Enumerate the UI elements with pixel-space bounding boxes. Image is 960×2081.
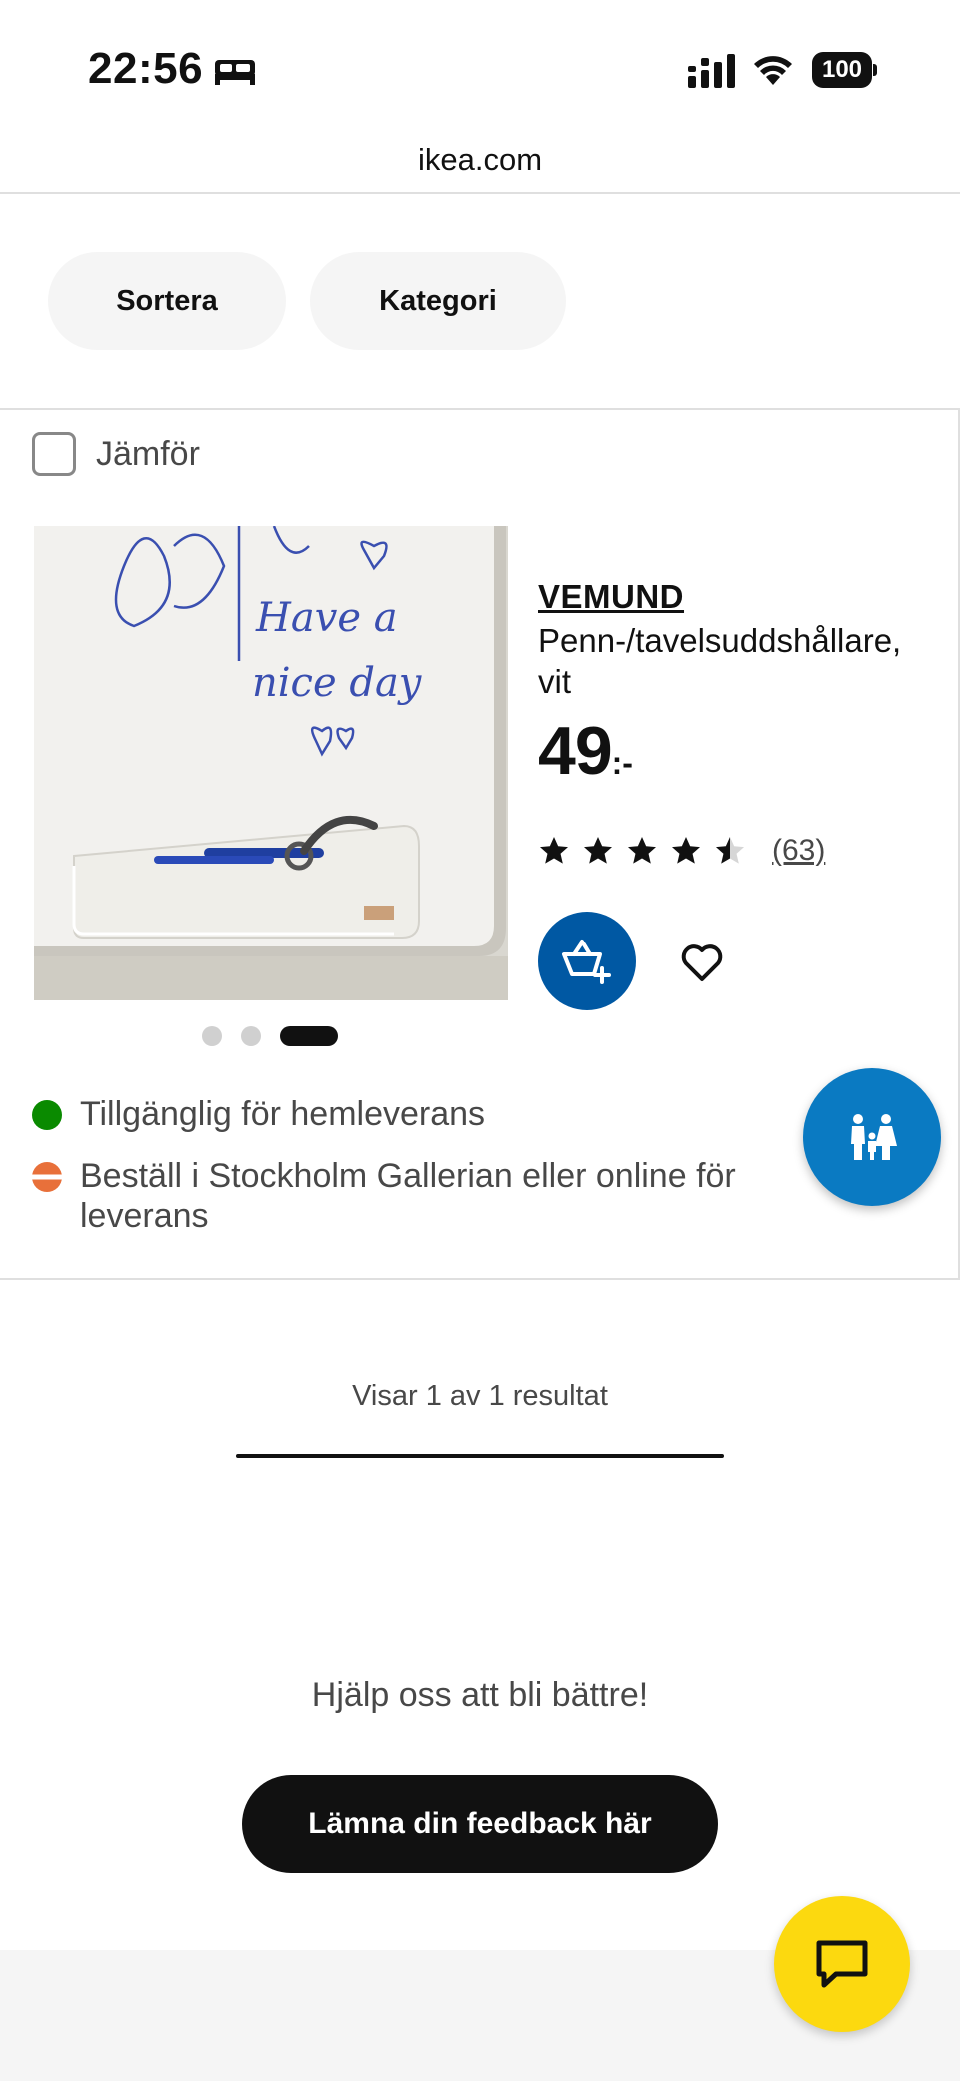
product-rating[interactable]: (63) [538, 834, 825, 868]
feedback-prompt: Hjälp oss att bli bättre! [311, 1676, 649, 1714]
star-icon [628, 837, 656, 864]
availability-text: Beställ i Stockholm Gallerian eller onli… [80, 1157, 736, 1235]
chat-button[interactable] [774, 1896, 910, 2032]
star-icon [540, 837, 568, 864]
compare-toggle[interactable]: Jämför [32, 432, 200, 476]
product-image[interactable]: Have a nice day [34, 526, 508, 1000]
product-price: 49:- [538, 712, 633, 790]
sleep-focus-icon [215, 60, 255, 85]
chat-icon [816, 1940, 868, 1988]
compare-label: Jämför [96, 434, 200, 473]
status-dot-partial [32, 1162, 62, 1192]
product-name[interactable]: VEMUND [538, 578, 684, 616]
star-icon [584, 837, 612, 864]
status-dot-green [32, 1100, 62, 1130]
battery-level: 100 [812, 52, 872, 88]
status-time: 22:56 [88, 44, 204, 93]
add-to-cart-button[interactable] [538, 912, 636, 1010]
results-progress-bar [236, 1454, 724, 1458]
review-count[interactable]: (63) [772, 834, 825, 868]
sort-button[interactable]: Sortera [48, 252, 286, 350]
feedback-button[interactable]: Lämna din feedback här [242, 1775, 718, 1873]
product-description: Penn-/tavelsuddshållare, vit [538, 622, 902, 700]
price-integer: 49 [538, 713, 613, 789]
battery-indicator: 100 [812, 52, 878, 88]
whiteboard-photo: Have a nice day [34, 526, 508, 1000]
availability-text: Tillgänglig för hemleverans [80, 1095, 486, 1133]
status-bar: 22:56 100 [0, 0, 960, 130]
carousel-dot-active[interactable] [280, 1026, 338, 1046]
carousel-dot[interactable] [202, 1026, 222, 1046]
browser-url-bar[interactable]: ikea.com [0, 130, 960, 194]
wifi-icon [754, 56, 792, 85]
compare-checkbox[interactable] [32, 432, 76, 476]
favourite-button[interactable] [674, 934, 730, 990]
image-handwriting-line-1: Have a [255, 595, 398, 641]
cellular-signal-icon [688, 54, 735, 88]
results-count: Visar 1 av 1 resultat [352, 1380, 608, 1412]
family-icon [851, 1114, 897, 1160]
battery-tip [873, 64, 877, 76]
image-handwriting-line-2: nice day [252, 660, 423, 706]
image-carousel-dots [202, 1026, 357, 1046]
heart-icon [681, 944, 723, 981]
star-icon [672, 837, 700, 864]
add-to-cart-icon [562, 940, 611, 984]
availability-home-delivery: Tillgänglig för hemleverans [32, 1094, 840, 1134]
family-button[interactable] [803, 1068, 941, 1206]
availability-store: Beställ i Stockholm Gallerian eller onli… [32, 1156, 840, 1236]
category-button[interactable]: Kategori [310, 252, 566, 350]
carousel-dot[interactable] [241, 1026, 261, 1046]
price-suffix: :- [611, 745, 633, 781]
half-star-icon [716, 837, 744, 864]
